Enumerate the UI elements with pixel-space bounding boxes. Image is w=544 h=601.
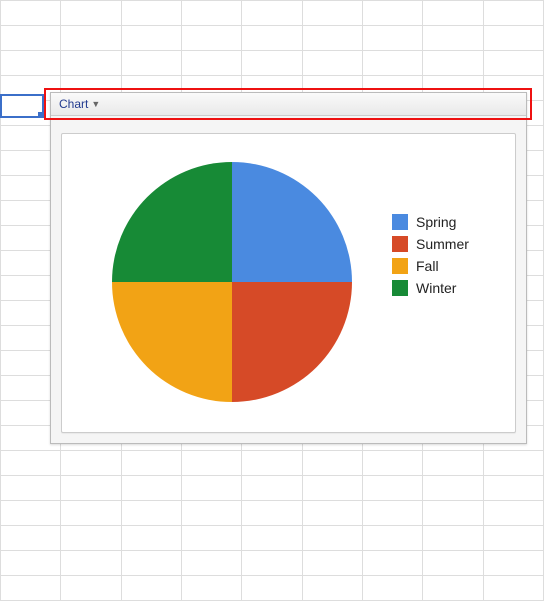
chart-canvas: Spring Summer Fall Winter	[61, 133, 516, 433]
legend-swatch	[392, 280, 408, 296]
cell-fill-handle[interactable]	[38, 112, 44, 118]
legend-item: Fall	[392, 258, 469, 274]
pie-chart	[112, 162, 352, 402]
legend-label: Spring	[416, 214, 456, 230]
legend-label: Fall	[416, 258, 439, 274]
chart-object[interactable]: Chart ▼ Spring Summer Fall Winter	[50, 92, 527, 444]
legend-label: Summer	[416, 236, 469, 252]
legend-swatch	[392, 214, 408, 230]
legend-swatch	[392, 258, 408, 274]
legend-item: Winter	[392, 280, 469, 296]
legend-label: Winter	[416, 280, 456, 296]
legend-item: Spring	[392, 214, 469, 230]
chevron-down-icon: ▼	[91, 99, 100, 109]
legend-item: Summer	[392, 236, 469, 252]
chart-menu-label: Chart	[59, 97, 88, 111]
chart-menu-dropdown[interactable]: Chart ▼	[51, 93, 526, 116]
legend-swatch	[392, 236, 408, 252]
chart-legend: Spring Summer Fall Winter	[392, 214, 469, 302]
